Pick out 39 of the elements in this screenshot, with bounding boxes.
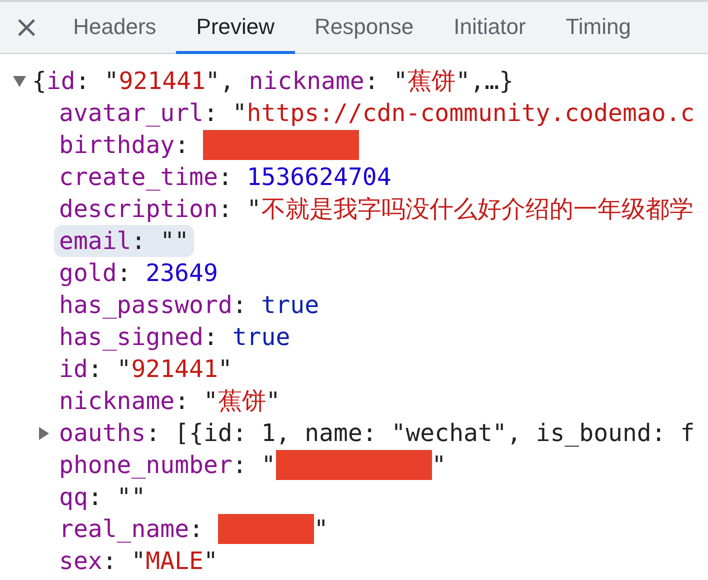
property-key: phone_number: bbox=[59, 451, 247, 479]
property-value: 23649 bbox=[146, 259, 218, 287]
tab[interactable]: Response bbox=[294, 2, 434, 54]
collapsed-arrow-icon[interactable] bbox=[39, 426, 49, 440]
property-value: " bbox=[432, 451, 446, 479]
property-value: "MALE" bbox=[131, 547, 218, 575]
property-key: real_name: bbox=[59, 515, 204, 543]
property-value: "921441" bbox=[116, 355, 232, 383]
property-value: " bbox=[314, 515, 328, 543]
close-button[interactable]: × bbox=[0, 2, 54, 53]
property-key: qq: bbox=[59, 483, 102, 511]
property-value: "不就是我字吗没什么好介绍的一年级都学 bbox=[246, 194, 694, 225]
object-preview: {id: "921441", nickname: "蕉饼",…} bbox=[32, 66, 514, 97]
property-key: nickname: bbox=[59, 387, 190, 415]
property-value: "https://cdn-community.codemao.c bbox=[232, 99, 695, 127]
property-key: avatar_url: bbox=[59, 99, 218, 127]
property-key: oauths: bbox=[59, 419, 160, 447]
property-value: true bbox=[261, 291, 320, 319]
tab[interactable]: Headers bbox=[53, 2, 176, 54]
property-key: has_signed: bbox=[59, 323, 218, 351]
property-value: true bbox=[232, 323, 290, 351]
tab[interactable]: Timing bbox=[546, 2, 651, 54]
property-key: gold: bbox=[59, 259, 132, 287]
property-key: has_password: bbox=[59, 291, 247, 319]
property-value: 1536624704 bbox=[246, 163, 392, 191]
property-key: id: bbox=[59, 355, 102, 383]
property-key: sex: bbox=[59, 547, 117, 575]
property-key: create_time: bbox=[59, 163, 232, 191]
expanded-arrow-icon[interactable] bbox=[12, 76, 26, 86]
property-value: "" bbox=[116, 483, 146, 511]
property-value: "蕉饼" bbox=[203, 386, 280, 417]
property-value: " bbox=[261, 451, 276, 479]
property-value: "" bbox=[160, 227, 189, 255]
property-key: description: bbox=[59, 195, 232, 223]
property-key: birthday: bbox=[59, 131, 190, 159]
property-value: [{id: 1, name: "wechat", is_bound: f bbox=[174, 419, 695, 447]
tab[interactable]: Preview bbox=[176, 2, 295, 54]
property-key: email: bbox=[59, 227, 146, 255]
tab[interactable]: Initiator bbox=[434, 2, 546, 54]
